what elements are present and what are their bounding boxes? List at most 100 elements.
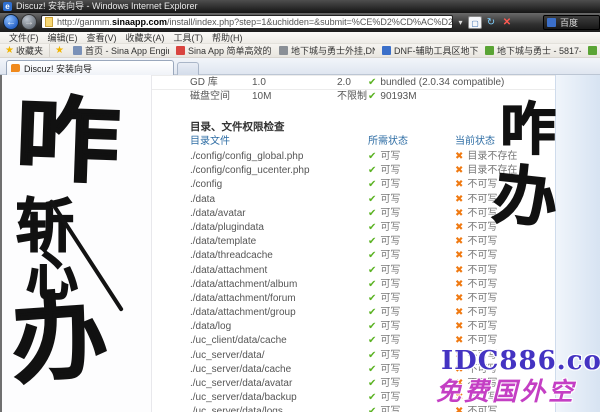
- cross-icon: ✖: [455, 151, 463, 162]
- address-dropdown-icon[interactable]: ▾: [455, 17, 466, 28]
- check-icon: ✔: [368, 77, 376, 88]
- menu-item[interactable]: 查看(V): [87, 31, 117, 44]
- refresh-icon[interactable]: ↻: [484, 16, 498, 29]
- perm-current-status: ✖不可写: [455, 264, 497, 278]
- perm-path: ./config: [190, 178, 222, 192]
- check-icon: ✔: [368, 321, 376, 332]
- perm-current-status: ✖ 不可写: [455, 292, 497, 306]
- perm-current-status: ✖不可写: [455, 320, 497, 334]
- cross-icon: ✖: [455, 279, 463, 290]
- favorites-bar: ★ 收藏夹 ★ 首页 - Sina App Engine Sina App 简单高…: [0, 44, 600, 58]
- env-item-name: GD 库: [190, 76, 218, 90]
- cross-icon: ✖: [455, 321, 463, 332]
- favorites-item[interactable]: 首页 - Sina App Engine: [73, 44, 169, 57]
- check-icon: ✔: [368, 293, 376, 304]
- cross-icon: ✖: [455, 165, 463, 176]
- back-button[interactable]: ←: [3, 14, 19, 30]
- new-tab-button[interactable]: [177, 62, 199, 75]
- perm-current-label: 不可写: [467, 265, 497, 276]
- check-icon: ✔: [368, 91, 376, 102]
- check-icon: ✔: [368, 364, 376, 375]
- check-icon: ✔: [368, 307, 376, 318]
- search-engine-label: 百度: [560, 16, 578, 29]
- section-title: 目录、文件权限检查: [190, 119, 285, 134]
- check-icon: ✔: [368, 350, 376, 361]
- menu-item[interactable]: 文件(F): [9, 31, 39, 44]
- env-recommended-value: 2.0: [337, 76, 351, 90]
- favorites-item[interactable]: 地下城与勇士外挂,DNF外...: [279, 44, 375, 57]
- favorites-item[interactable]: DNF-辅助工具区地下城与...: [382, 44, 478, 57]
- perm-required-status: ✔可写: [368, 249, 400, 263]
- tab-discuz-install[interactable]: Discuz! 安装向导: [6, 60, 174, 75]
- favorite-label: 地下城与勇士外挂,DNF外...: [291, 44, 375, 57]
- menu-item[interactable]: 工具(T): [174, 31, 204, 44]
- menu-item[interactable]: 帮助(H): [212, 31, 243, 44]
- favorites-item[interactable]: 末日游戏论坛各个服务器...: [588, 44, 600, 57]
- check-icon: ✔: [368, 406, 376, 412]
- favorite-site-icon: [176, 46, 185, 55]
- check-icon: ✔: [368, 194, 376, 205]
- check-icon: ✔: [368, 151, 376, 162]
- title-bar: e Discuz! 安装向导 - Windows Internet Explor…: [0, 0, 600, 13]
- perm-current-label: 不可写: [467, 335, 497, 346]
- cross-icon: ✖: [455, 222, 463, 233]
- perm-path: ./uc_server/data/: [190, 349, 264, 363]
- env-current-value: bundled (2.0.34 compatible): [380, 77, 504, 88]
- environment-check-table: GD 库1.02.0✔bundled (2.0.34 compatible)磁盘…: [152, 75, 555, 103]
- menu-item[interactable]: 收藏夹(A): [126, 31, 165, 44]
- favorite-site-icon: [382, 46, 391, 55]
- perm-current-label: 不可写: [467, 250, 497, 261]
- menu-item[interactable]: 编辑(E): [48, 31, 78, 44]
- perm-required-status: ✔可写: [368, 306, 400, 320]
- perm-required-status: ✔可写: [368, 292, 400, 306]
- perm-required-status: ✔可写: [368, 221, 400, 235]
- perm-required-label: 可写: [380, 335, 400, 346]
- perm-current-label: 不可写: [467, 293, 497, 304]
- search-box[interactable]: 百度: [543, 15, 600, 30]
- window-title: Discuz! 安装向导 - Windows Internet Explorer: [16, 0, 198, 13]
- favorite-label: DNF-辅助工具区地下城与...: [394, 44, 478, 57]
- perm-required-label: 可写: [380, 236, 400, 247]
- perm-current-label: 不可写: [467, 236, 497, 247]
- check-icon: ✔: [368, 335, 376, 346]
- cross-icon: ✖: [455, 236, 463, 247]
- perm-required-label: 可写: [380, 194, 400, 205]
- perm-row: ./data/attachment/group✔可写✖不可写: [152, 306, 555, 320]
- perm-path: ./data: [190, 193, 215, 207]
- tab-label: Discuz! 安装向导: [24, 62, 92, 75]
- favorites-item[interactable]: Sina App 简单高效的开...: [176, 44, 272, 57]
- compatibility-view-icon[interactable]: ▢: [468, 16, 482, 29]
- add-favorite-icon[interactable]: ★: [55, 45, 64, 56]
- cross-icon: ✖: [455, 307, 463, 318]
- perm-required-status: ✔可写: [368, 178, 400, 192]
- url-prefix: http://ganmm.: [57, 16, 112, 28]
- perm-row: ./config/config_global.php✔可写✖目录不存在: [152, 150, 555, 164]
- perm-path: ./config/config_global.php: [190, 150, 303, 164]
- favorites-button[interactable]: ★ 收藏夹: [0, 44, 50, 57]
- perm-current-status: ✖不可写: [455, 278, 497, 292]
- perm-required-label: 可写: [380, 378, 400, 389]
- url-domain: sinaapp.com: [112, 16, 167, 28]
- header-directory: 目录文件: [190, 135, 230, 149]
- perm-required-status: ✔ 可写: [368, 377, 400, 391]
- perm-path: ./uc_server/data/logs: [190, 405, 283, 412]
- perm-current-label: 不可写: [467, 179, 497, 190]
- check-icon: ✔: [368, 378, 376, 389]
- favorite-site-icon: [485, 46, 494, 55]
- perm-current-status: ✖不可写: [455, 193, 497, 207]
- address-bar[interactable]: http://ganmm.sinaapp.com/install/index.p…: [41, 15, 453, 29]
- favorites-item[interactable]: 地下城与勇士 - 5817-游...: [485, 44, 581, 57]
- perm-required-status: ✔可写: [368, 405, 400, 412]
- check-icon: ✔: [368, 392, 376, 403]
- check-icon: ✔: [368, 279, 376, 290]
- perm-current-label: 不可写: [467, 307, 497, 318]
- menu-bar: 文件(F) 编辑(E) 查看(V) 收藏夹(A) 工具(T) 帮助(H): [0, 32, 600, 44]
- forward-button[interactable]: →: [21, 14, 37, 30]
- perm-current-status: ✖ 不可写: [455, 306, 497, 320]
- perm-required-status: ✔可写: [368, 363, 400, 377]
- perm-required-label: 可写: [380, 265, 400, 276]
- permission-table-header: 目录文件 所需状态 当前状态: [152, 135, 555, 149]
- stop-icon[interactable]: ✕: [500, 16, 514, 29]
- cross-icon: ✖: [455, 293, 463, 304]
- url-path: /install/index.php?step=1&uchidden=&subm…: [167, 16, 453, 28]
